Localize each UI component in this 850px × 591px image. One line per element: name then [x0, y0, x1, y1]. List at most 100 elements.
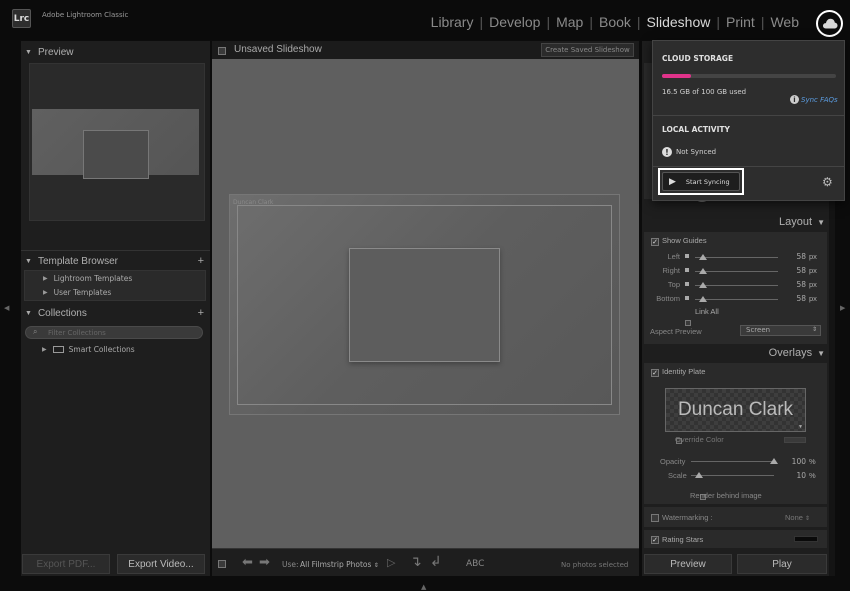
- left-panel: ▼ Preview ▼ Template Browser + ▶ Lightroom T…: [21, 41, 210, 576]
- export-pdf-button[interactable]: Export PDF...: [22, 554, 110, 574]
- guide-slider[interactable]: [695, 299, 778, 300]
- override-color-swatch[interactable]: [784, 437, 806, 443]
- sync-faqs-link[interactable]: Sync FAQs: [801, 96, 838, 104]
- slideshow-title: Unsaved Slideshow: [234, 44, 322, 55]
- guide-value[interactable]: 58: [784, 294, 806, 303]
- module-map[interactable]: Map: [550, 14, 589, 30]
- module-book[interactable]: Book: [593, 14, 637, 30]
- guide-slider-thumb[interactable]: [699, 268, 707, 274]
- percent-unit: %: [809, 457, 816, 466]
- info-icon: i: [790, 95, 799, 104]
- show-guides-checkbox[interactable]: ✓: [651, 237, 659, 246]
- use-label: Use:: [282, 560, 299, 569]
- filmstrip-toggle-icon[interactable]: ▲: [421, 583, 426, 591]
- slide-preview: Duncan Clark: [229, 194, 620, 415]
- guide-value[interactable]: 58: [784, 266, 806, 275]
- guide-link-square-icon[interactable]: [685, 282, 689, 286]
- use-dropdown[interactable]: All Filmstrip Photos ⇕: [300, 560, 379, 569]
- add-template-icon[interactable]: +: [198, 255, 204, 267]
- play-button[interactable]: Play: [737, 554, 827, 574]
- divider: [21, 250, 210, 251]
- left-panel-toggle-icon[interactable]: ◀: [4, 304, 9, 312]
- add-collection-icon[interactable]: +: [198, 307, 204, 319]
- template-browser-header[interactable]: ▼ Template Browser +: [21, 252, 210, 270]
- module-print[interactable]: Print: [720, 14, 761, 30]
- opacity-slider[interactable]: [691, 461, 774, 462]
- collapse-triangle-icon: ▼: [817, 217, 825, 227]
- guide-link-square-icon[interactable]: [685, 268, 689, 272]
- collections-header[interactable]: ▼ Collections +: [21, 304, 210, 322]
- aspect-preview-dropdown[interactable]: Screen ⇕: [740, 325, 821, 336]
- toolbar-stop-square[interactable]: [218, 559, 226, 568]
- right-panel-toggle-icon[interactable]: ▶: [840, 304, 845, 312]
- guide-slider[interactable]: [695, 285, 778, 286]
- tree-item-smart-collections[interactable]: ▶ Smart Collections: [42, 345, 135, 354]
- guide-unit: px: [809, 280, 817, 289]
- opacity-label: Opacity: [660, 457, 686, 466]
- aspect-preview-label: Aspect Preview: [650, 327, 702, 336]
- layout-header[interactable]: Layout ▼: [642, 213, 829, 231]
- gear-icon[interactable]: ⚙: [822, 175, 833, 189]
- module-slideshow[interactable]: Slideshow: [641, 14, 717, 30]
- rotate-left-icon[interactable]: ↴: [410, 554, 422, 570]
- preview-button[interactable]: Preview: [644, 554, 732, 574]
- override-color-label: Override Color: [675, 435, 724, 444]
- overlays-header[interactable]: Overlays ▼: [642, 344, 829, 362]
- scale-slider-thumb[interactable]: [695, 472, 704, 478]
- cloud-icon: [822, 18, 838, 29]
- guide-slider-thumb[interactable]: [699, 296, 707, 302]
- rating-stars-checkbox[interactable]: ✓: [651, 535, 659, 544]
- rotate-right-icon[interactable]: ↲: [430, 554, 442, 570]
- identity-plate-editor[interactable]: Duncan Clark ▼: [665, 388, 806, 432]
- tree-item-lightroom-templates[interactable]: ▶ Lightroom Templates: [43, 274, 132, 283]
- collection-checkbox[interactable]: [218, 46, 226, 55]
- identity-plate-overlay[interactable]: Duncan Clark: [233, 199, 273, 206]
- filter-collections-input[interactable]: ⌕ Filter Collections: [25, 326, 203, 339]
- play-preview-icon[interactable]: ▷: [387, 556, 395, 569]
- watermarking-checkbox[interactable]: [651, 513, 659, 522]
- watermarking-label: Watermarking :: [662, 513, 713, 522]
- sync-status-text: Not Synced: [676, 148, 717, 156]
- guide-value[interactable]: 58: [784, 252, 806, 261]
- slide-editor-canvas: Duncan Clark: [212, 59, 639, 548]
- module-web[interactable]: Web: [764, 14, 805, 30]
- watermark-dropdown[interactable]: None ⇕: [785, 513, 810, 522]
- percent-unit: %: [809, 471, 816, 480]
- link-all-checkbox[interactable]: [685, 319, 691, 326]
- guide-slider[interactable]: [695, 257, 778, 258]
- create-saved-slideshow-button[interactable]: Create Saved Slideshow: [541, 43, 634, 57]
- cloud-sync-button[interactable]: [816, 10, 843, 37]
- identity-plate-label: Identity Plate: [662, 367, 706, 376]
- image-cell[interactable]: [349, 248, 500, 362]
- module-library[interactable]: Library: [425, 14, 480, 30]
- guide-unit: px: [809, 252, 817, 261]
- start-syncing-highlight: ▶ Start Syncing: [658, 168, 744, 195]
- guide-slider[interactable]: [695, 271, 778, 272]
- dropdown-arrows-icon: ⇕: [373, 562, 379, 569]
- start-syncing-button[interactable]: ▶ Start Syncing: [662, 172, 740, 191]
- guide-value[interactable]: 58: [784, 280, 806, 289]
- scale-slider[interactable]: [691, 475, 774, 476]
- guide-slider-thumb[interactable]: [699, 282, 707, 288]
- preview-slide: [32, 109, 199, 179]
- divider: [653, 166, 844, 167]
- opacity-slider-thumb[interactable]: [770, 458, 778, 464]
- collapse-triangle-icon: ▼: [25, 257, 32, 265]
- preview-header[interactable]: ▼ Preview: [21, 43, 210, 61]
- identity-plate-checkbox[interactable]: ✓: [651, 368, 659, 377]
- render-behind-label: Render behind image: [690, 491, 762, 500]
- tree-item-user-templates[interactable]: ▶ User Templates: [43, 288, 111, 297]
- module-develop[interactable]: Develop: [483, 14, 546, 30]
- next-arrow-icon[interactable]: ➡: [259, 555, 270, 570]
- guide-slider-thumb[interactable]: [699, 254, 707, 260]
- guide-unit: px: [809, 266, 817, 275]
- scale-value[interactable]: 10: [784, 471, 806, 480]
- guide-link-square-icon[interactable]: [685, 254, 689, 258]
- export-video-button[interactable]: Export Video...: [117, 554, 205, 574]
- search-icon: ⌕: [33, 327, 38, 336]
- opacity-value[interactable]: 100: [784, 457, 806, 466]
- rating-stars-color-swatch[interactable]: [794, 536, 818, 542]
- add-text-button[interactable]: ABC: [466, 559, 484, 569]
- guide-link-square-icon[interactable]: [685, 296, 689, 300]
- previous-arrow-icon[interactable]: ⬅: [242, 555, 253, 570]
